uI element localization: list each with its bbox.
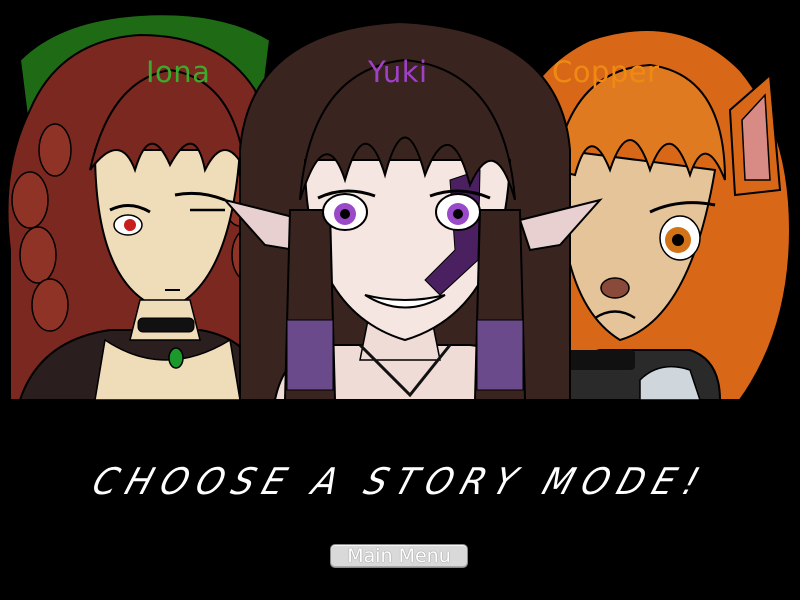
choose-story-mode-heading: CHOOSE A STORY MODE! xyxy=(86,460,714,504)
character-name-copper[interactable]: Copper xyxy=(552,55,660,89)
main-menu-button[interactable]: Main Menu xyxy=(330,544,468,568)
character-name-iona[interactable]: Iona xyxy=(146,55,210,89)
prompt-container: CHOOSE A STORY MODE! xyxy=(0,460,800,504)
character-name-yuki[interactable]: Yuki xyxy=(368,55,428,89)
